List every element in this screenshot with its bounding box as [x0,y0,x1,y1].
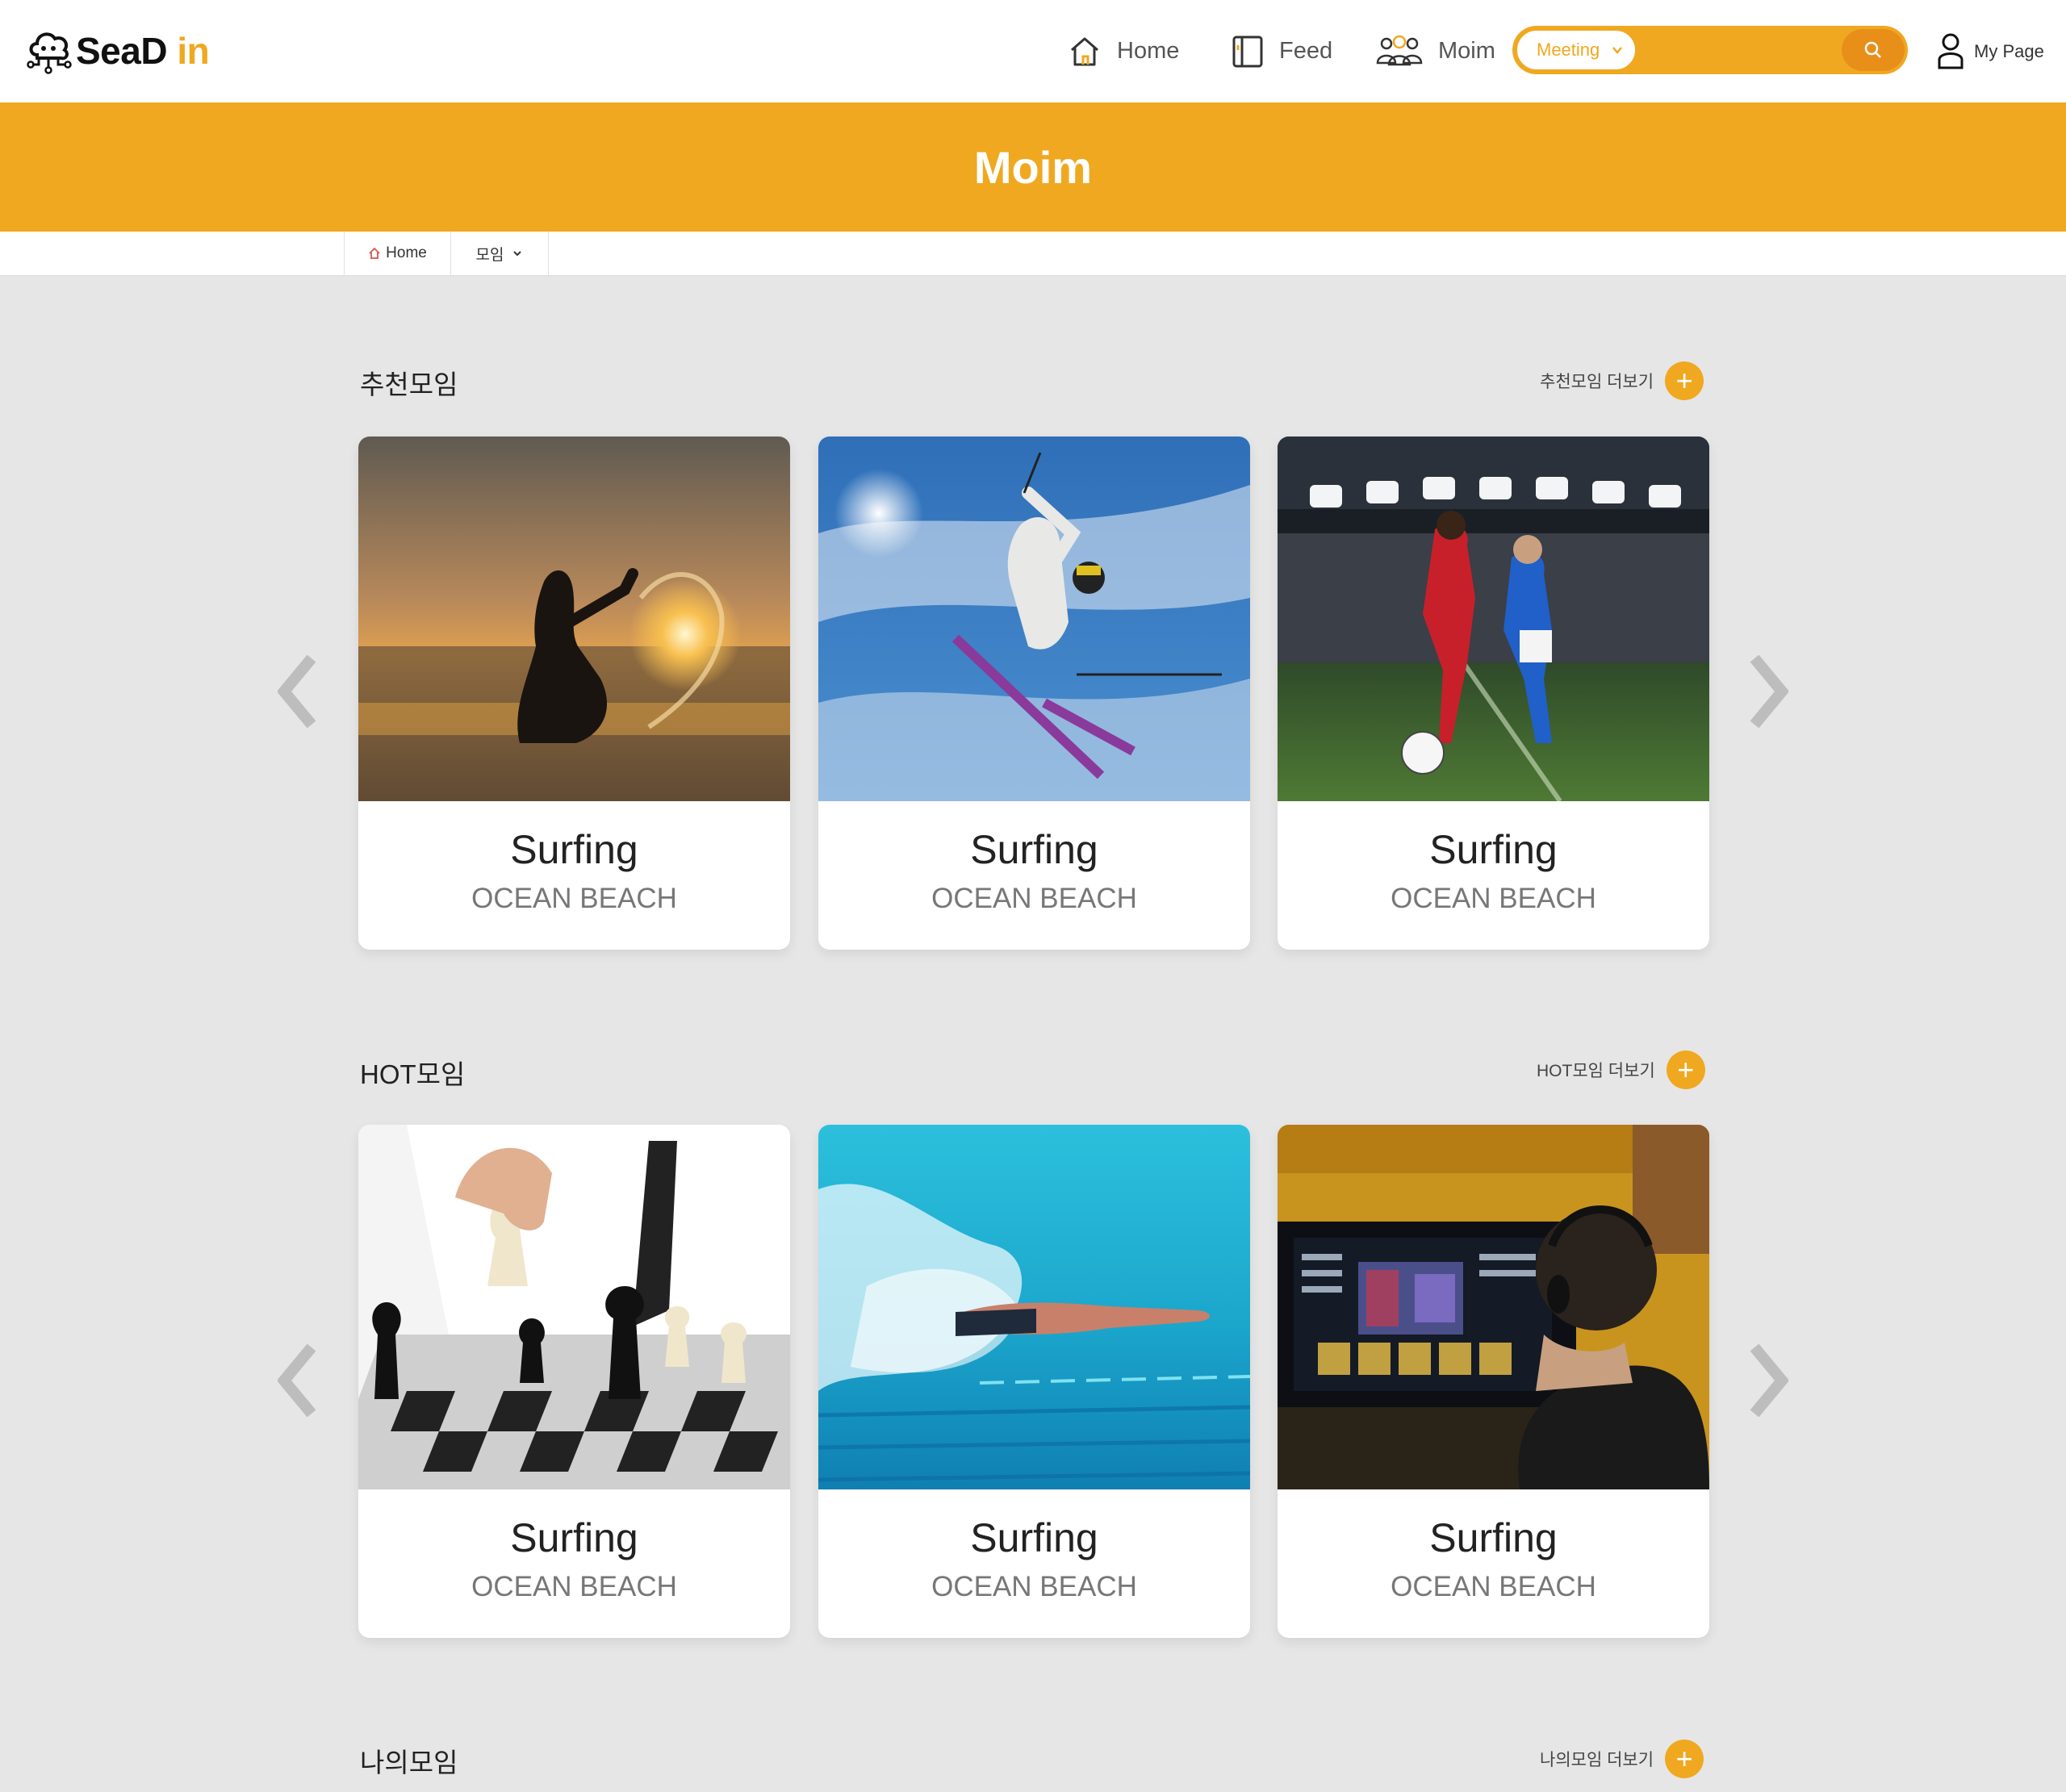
carousel-next-arrow-icon[interactable] [1750,1344,1788,1417]
nav-home[interactable]: Home [1067,0,1179,102]
card-subtitle: OCEAN BEACH [471,883,677,914]
soccer-match-photo [1278,437,1709,801]
chevron-down-icon [513,251,522,257]
carousel-prev-arrow-icon[interactable] [278,655,316,728]
more-my-label: 나의모임 더보기 [1540,1751,1654,1769]
house-icon [1071,37,1098,65]
top-navigation-bar: SeaD in Home Feed Moim Meeting My Page [0,0,2066,102]
my-page-link[interactable]: My Page [1937,29,2044,74]
more-my-button[interactable]: 나의모임 더보기 + [1540,1740,1704,1778]
section-title-hot: HOT모임 [360,1059,466,1089]
breadcrumb-home-label: Home [386,244,427,261]
carousel-prev-arrow-icon[interactable] [278,1344,316,1417]
more-recommended-label: 추천모임 더보기 [1540,373,1654,391]
card-subtitle: OCEAN BEACH [931,883,1137,914]
breadcrumb: Home 모임 [0,232,2066,276]
plus-icon: + [1666,1051,1705,1089]
card-title: Surfing [970,827,1098,872]
search-input[interactable] [1642,31,1838,71]
section-title-my: 나의모임 [360,1748,458,1777]
page-banner: Moim [0,102,2066,232]
meeting-card[interactable]: Surfing OCEAN BEACH [1278,437,1709,950]
breadcrumb-dropdown[interactable]: 모임 [450,232,549,275]
card-subtitle: OCEAN BEACH [931,1571,1137,1602]
nav-feed-label: Feed [1279,38,1333,64]
search-icon [1864,41,1881,58]
breadcrumb-home[interactable]: Home [344,232,450,275]
cloud-network-icon [27,32,72,74]
chess-game-photo [358,1125,790,1489]
card-subtitle: OCEAN BEACH [471,1571,677,1602]
logo-name: SeaD [76,30,168,72]
user-icon [1938,33,1964,69]
meeting-card[interactable]: Surfing OCEAN BEACH [818,1125,1250,1638]
gamer-screen-photo [1278,1125,1709,1489]
surfer-sunset-photo [358,437,790,801]
card-title: Surfing [1429,827,1558,872]
feed-book-icon [1232,36,1263,67]
card-title: Surfing [510,1515,638,1560]
meeting-card[interactable]: Surfing OCEAN BEACH [818,437,1250,950]
more-hot-label: HOT모임 더보기 [1537,1062,1655,1080]
logo[interactable]: SeaD in [26,24,210,77]
search-category-select[interactable]: Meeting [1516,29,1637,71]
chevron-down-icon [1612,47,1622,54]
skier-jump-photo [818,437,1250,801]
meeting-card[interactable]: Surfing OCEAN BEACH [358,1125,790,1638]
page-title: Moim [973,141,1093,193]
my-page-label: My Page [1974,41,2044,61]
carousel-next-arrow-icon[interactable] [1750,655,1788,728]
breadcrumb-current-label: 모임 [475,246,504,264]
more-hot-button[interactable]: HOT모임 더보기 + [1537,1051,1705,1089]
card-title: Surfing [1429,1515,1558,1560]
card-title: Surfing [970,1515,1098,1560]
meeting-card[interactable]: Surfing OCEAN BEACH [1278,1125,1709,1638]
swimmer-pool-photo [818,1125,1250,1489]
card-subtitle: OCEAN BEACH [1391,1571,1596,1602]
logo-name-accent: in [177,30,210,72]
card-title: Surfing [510,827,638,872]
section-title-recommended: 추천모임 [360,370,458,399]
card-subtitle: OCEAN BEACH [1391,883,1596,914]
nav-feed[interactable]: Feed [1231,0,1332,102]
nav-moim-label: Moim [1438,38,1495,64]
search-button[interactable] [1842,29,1905,71]
nav-moim[interactable]: Moim [1375,0,1495,102]
search-category-value: Meeting [1537,40,1600,60]
nav-home-label: Home [1117,38,1180,64]
group-people-icon [1376,35,1423,65]
plus-icon: + [1665,361,1704,400]
home-small-icon [369,247,380,259]
plus-icon: + [1665,1740,1704,1778]
more-recommended-button[interactable]: 추천모임 더보기 + [1540,361,1704,400]
search-bar: Meeting [1512,26,1908,74]
meeting-card[interactable]: Surfing OCEAN BEACH [358,437,790,950]
